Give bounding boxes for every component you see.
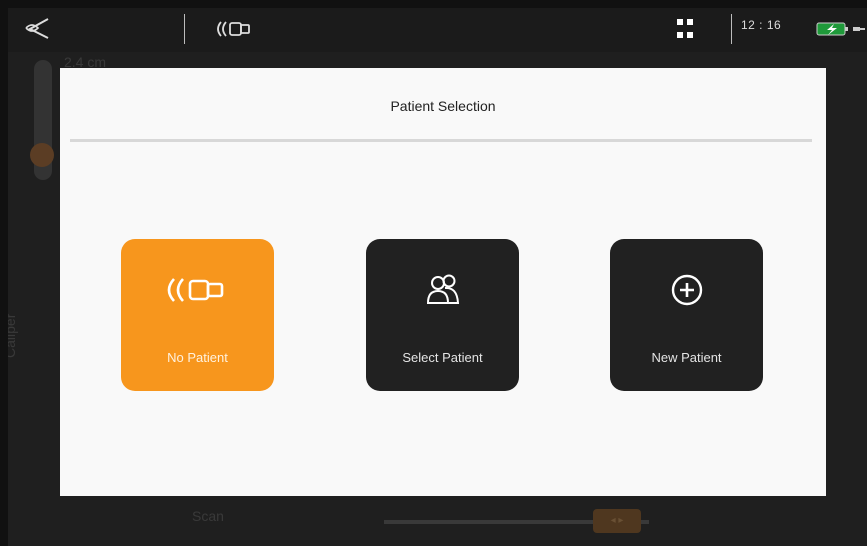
no-patient-button[interactable]: No Patient [121,239,274,391]
select-patient-button[interactable]: Select Patient [366,239,519,391]
top-bar-separator [731,14,732,44]
no-patient-label: No Patient [167,350,228,365]
dialog-divider [70,139,812,142]
device-screen: 2.4 cm Caliper Scan ◂ ▸ 12 : 16 Patient … [8,8,867,546]
top-bar: 12 : 16 [8,8,867,52]
caliper-logo-icon[interactable] [24,16,50,45]
clock-time: 12 : 16 [741,18,782,32]
probe-icon[interactable] [214,19,252,44]
battery-charging-icon [816,21,866,42]
new-patient-label: New Patient [651,350,722,365]
select-patient-label: Select Patient [402,350,483,365]
top-bar-separator [184,14,185,44]
dialog-title: Patient Selection [390,98,496,114]
probe-icon [121,273,274,312]
plus-circle-icon [610,273,763,312]
people-icon [366,273,519,312]
patient-selection-dialog: Patient Selection No Patient Select Pati… [60,68,826,496]
grid-icon[interactable] [676,18,696,45]
new-patient-button[interactable]: New Patient [610,239,763,391]
